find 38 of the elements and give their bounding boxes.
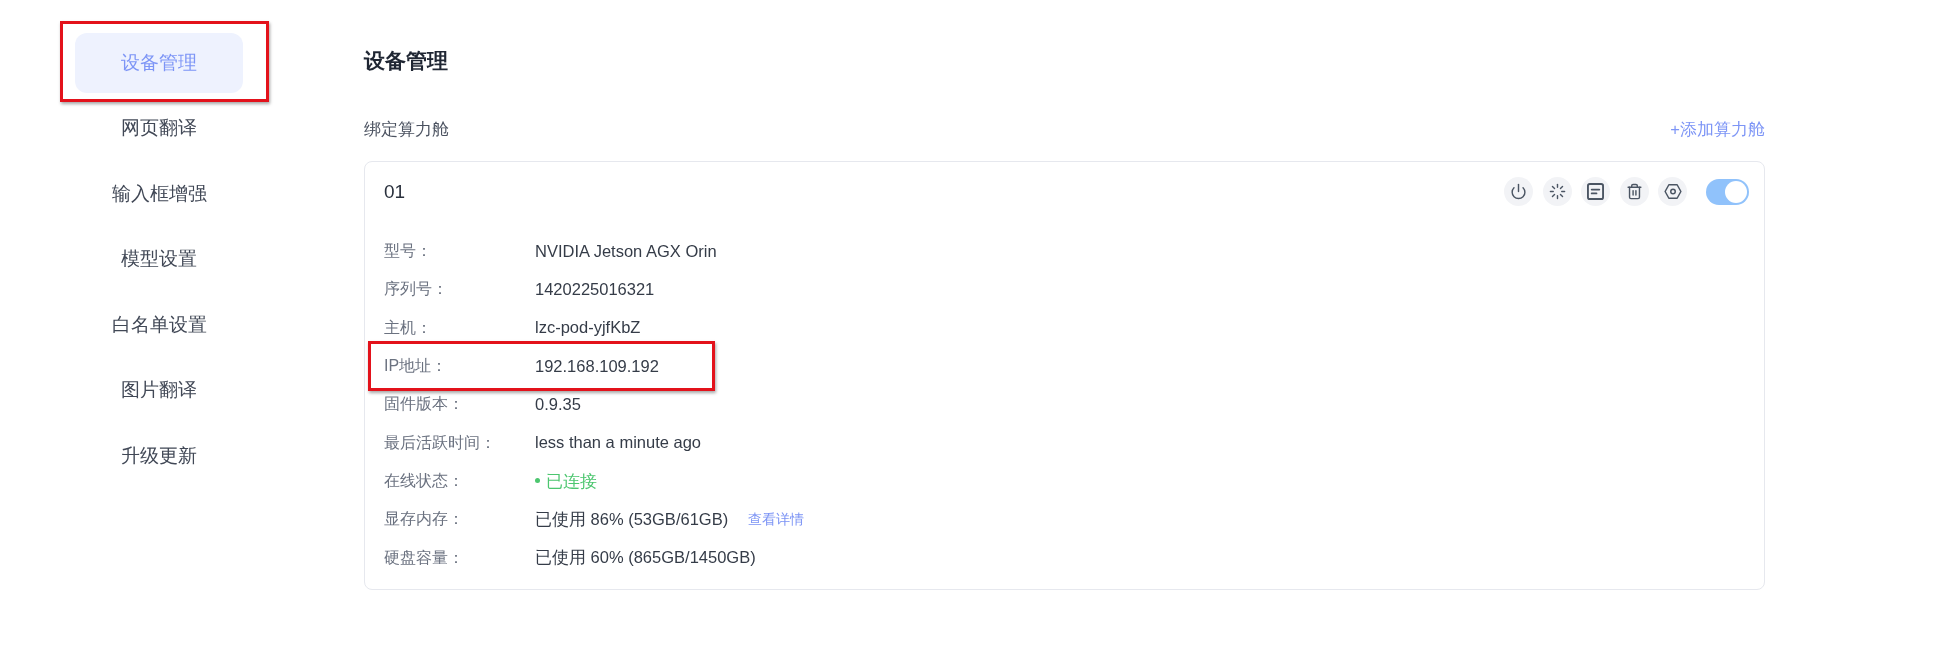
field-value: 192.168.109.192 bbox=[535, 355, 659, 377]
field-label: 固件版本： bbox=[384, 394, 465, 415]
field-value: 已使用 86% (53GB/61GB) bbox=[535, 508, 729, 530]
power-button[interactable] bbox=[1504, 177, 1533, 206]
note-button[interactable] bbox=[1581, 177, 1610, 206]
sidebar-item[interactable]: 输入框增强 bbox=[75, 164, 243, 224]
field-label: 型号： bbox=[384, 241, 433, 262]
sidebar-item[interactable]: 网页翻译 bbox=[75, 98, 243, 159]
power-icon bbox=[1510, 183, 1527, 200]
page-title: 设备管理 bbox=[364, 48, 448, 74]
sidebar-item[interactable]: 升级更新 bbox=[75, 426, 243, 486]
field-label: 硬盘容量： bbox=[384, 547, 465, 568]
trash-button[interactable] bbox=[1619, 177, 1649, 206]
nut-button[interactable] bbox=[1658, 177, 1687, 206]
field-label: 主机： bbox=[384, 317, 433, 338]
field-value: 0.9.35 bbox=[535, 393, 581, 415]
sidebar-item[interactable]: 白名单设置 bbox=[75, 295, 243, 355]
field-value: 已连接 bbox=[546, 470, 597, 492]
sidebar-item[interactable]: 模型设置 bbox=[75, 229, 243, 290]
field-value: NVIDIA Jetson AGX Orin bbox=[535, 240, 717, 262]
section-title: 绑定算力舱 bbox=[364, 119, 449, 140]
field-value: 1420225016321 bbox=[535, 279, 655, 301]
note-icon bbox=[1587, 183, 1604, 200]
device-name: 01 bbox=[384, 179, 406, 204]
trash-icon bbox=[1625, 183, 1643, 200]
sidebar-item[interactable]: 图片翻译 bbox=[75, 360, 243, 421]
field-label: 在线状态： bbox=[384, 470, 465, 491]
hex-nut-icon bbox=[1663, 183, 1682, 200]
field-value: less than a minute ago bbox=[535, 432, 702, 454]
field-label: 最后活跃时间： bbox=[384, 432, 497, 453]
field-label: 显存内存： bbox=[384, 509, 465, 530]
toggle-switch[interactable] bbox=[1706, 178, 1749, 205]
field-value: 已使用 60% (865GB/1450GB) bbox=[535, 547, 756, 569]
field-label: IP地址： bbox=[384, 356, 449, 377]
field-value: lzc-pod-yjfKbZ bbox=[535, 317, 641, 339]
spinner-icon bbox=[1548, 183, 1566, 200]
spinner-button[interactable] bbox=[1542, 177, 1572, 206]
field-label: 序列号： bbox=[384, 279, 449, 300]
